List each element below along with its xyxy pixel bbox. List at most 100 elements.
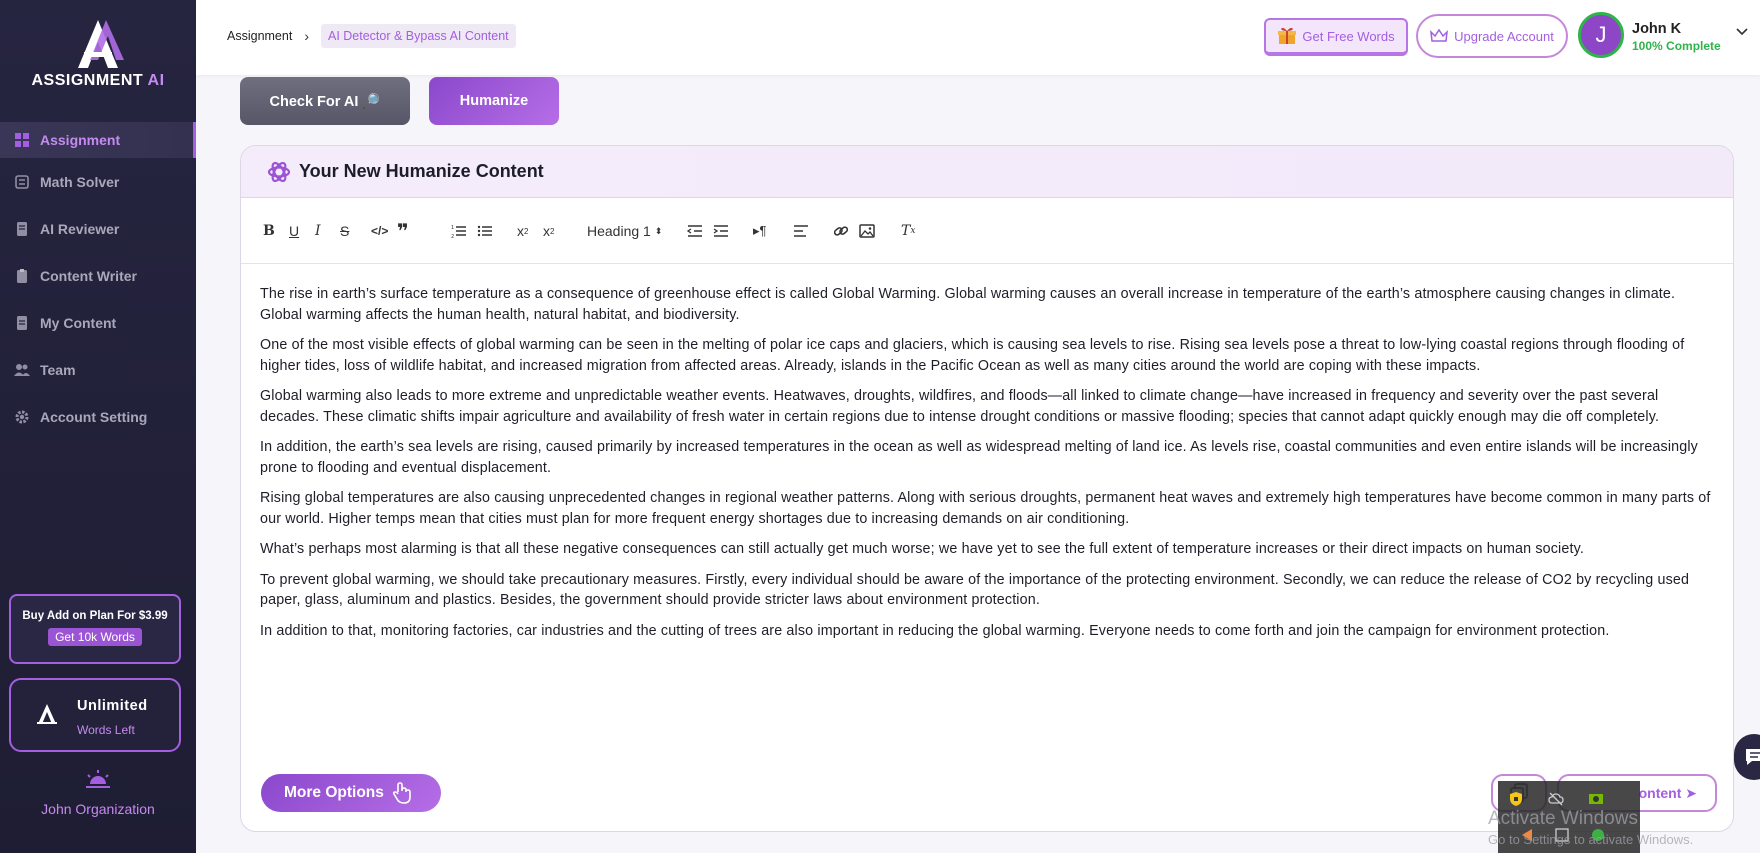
get-words-button[interactable]: Get 10k Words xyxy=(48,628,142,646)
ordered-list-icon[interactable]: 12 xyxy=(451,222,467,240)
activate-windows-title: Activate Windows xyxy=(1488,808,1638,829)
chat-icon xyxy=(1746,749,1760,765)
select-arrows-icon: ⬍ xyxy=(654,225,663,236)
quote-button[interactable]: ❞ xyxy=(397,221,409,243)
brand-suffix: AI xyxy=(147,72,165,89)
openai-icon xyxy=(267,161,291,182)
align-left-icon[interactable] xyxy=(793,222,809,240)
brand-name: ASSIGNMENT xyxy=(31,72,144,89)
paragraph: One of the most visible effects of globa… xyxy=(260,337,1685,374)
cloud-off-icon[interactable] xyxy=(1548,791,1564,807)
svg-text:1: 1 xyxy=(451,225,454,231)
editor-header: Your New Humanize Content xyxy=(241,146,1733,198)
clear-format-button[interactable]: Tx xyxy=(901,222,915,240)
indent-icon[interactable] xyxy=(713,222,729,240)
organization[interactable]: John Organization xyxy=(0,768,196,817)
sidebar-item-label: Account Setting xyxy=(40,408,148,425)
text-direction-button[interactable]: ▸¶ xyxy=(753,222,767,240)
activate-windows-subtitle: Go to Settings to activate Windows. xyxy=(1488,832,1694,847)
gear-icon xyxy=(14,409,30,425)
paragraph: Rising global temperatures are also caus… xyxy=(260,490,1711,527)
paragraph: In addition to that, monitoring factorie… xyxy=(260,622,1610,639)
document-icon xyxy=(14,315,30,331)
tab-humanize[interactable]: Humanize xyxy=(429,77,559,125)
heading-select[interactable]: Heading 1 ⬍ xyxy=(587,222,662,240)
breadcrumb: Assignment › AI Detector & Bypass AI Con… xyxy=(227,24,516,48)
avatar[interactable]: J xyxy=(1578,12,1624,58)
tab-check-for-ai[interactable]: Check For AI 🔎 xyxy=(240,77,410,125)
paragraph: Global warming also leads to more extrem… xyxy=(260,388,1660,425)
breadcrumb-current: AI Detector & Bypass AI Content xyxy=(320,24,516,48)
sidebar-item-team[interactable]: Team xyxy=(0,346,196,393)
gift-icon xyxy=(1278,27,1297,44)
outdent-icon[interactable] xyxy=(687,222,703,240)
upgrade-account-button[interactable]: Upgrade Account xyxy=(1416,14,1568,58)
sidebar-item-label: Content Writer xyxy=(40,267,137,284)
sidebar-nav: Assignment Math Solver AI Reviewer Conte… xyxy=(0,122,196,440)
shield-icon[interactable] xyxy=(1508,791,1524,807)
paragraph: What’s perhaps most alarming is that all… xyxy=(260,541,1584,557)
sidebar-item-content-writer[interactable]: Content Writer xyxy=(0,252,196,299)
organization-name: John Organization xyxy=(41,801,155,817)
editor-toolbar: B U I S </> ❞ 12 x2 x2 Heading 1 ⬍ ▸¶ Tx xyxy=(241,198,1733,264)
italic-button[interactable]: I xyxy=(315,222,321,240)
words-left-title: Unlimited xyxy=(77,698,148,714)
profile-status: 100% Complete xyxy=(1632,39,1721,53)
chevron-right-icon: › xyxy=(304,28,309,44)
paragraph: In addition, the earth’s sea levels are … xyxy=(260,439,1698,476)
logo[interactable]: ASSIGNMENT AI xyxy=(0,18,196,90)
words-left-subtitle: Words Left xyxy=(77,723,135,737)
image-icon[interactable] xyxy=(859,222,875,240)
sidebar-item-label: Team xyxy=(40,361,76,378)
chat-widget-button[interactable] xyxy=(1734,734,1760,780)
breadcrumb-assignment[interactable]: Assignment xyxy=(227,29,292,43)
more-options-label: More Options xyxy=(284,784,384,801)
superscript-button[interactable]: x2 xyxy=(543,222,554,240)
humanize-editor-card: Your New Humanize Content B U I S </> ❞ … xyxy=(240,145,1734,832)
subscript-button[interactable]: x2 xyxy=(517,222,528,240)
promo-text: Buy Add on Plan For $3.99 xyxy=(22,610,168,622)
clipboard-icon xyxy=(14,268,30,284)
top-header: Assignment › AI Detector & Bypass AI Con… xyxy=(196,0,1760,75)
sidebar-item-label: Assignment xyxy=(40,132,121,148)
more-options-button[interactable]: More Options xyxy=(261,774,441,812)
team-icon xyxy=(14,362,30,378)
sidebar-item-label: AI Reviewer xyxy=(40,220,120,237)
paragraph: To prevent global warming, we should tak… xyxy=(260,571,1690,609)
editor-title: Your New Humanize Content xyxy=(299,161,544,181)
code-button[interactable]: </> xyxy=(371,222,388,240)
sidebar-item-my-content[interactable]: My Content xyxy=(0,299,196,346)
sidebar-item-account-setting[interactable]: Account Setting xyxy=(0,393,196,440)
sidebar-item-label: My Content xyxy=(40,314,117,331)
reviewer-icon xyxy=(14,221,30,237)
svg-text:2: 2 xyxy=(451,234,454,240)
sidebar-item-ai-reviewer[interactable]: AI Reviewer xyxy=(0,205,196,252)
dashboard-icon xyxy=(14,132,30,148)
heading-select-value: Heading 1 xyxy=(587,223,651,239)
logo-icon xyxy=(78,20,124,68)
user-name: John K xyxy=(1632,21,1682,37)
crown-icon xyxy=(1430,28,1449,42)
underline-button[interactable]: U xyxy=(289,222,299,240)
get-free-words-label: Get Free Words xyxy=(1302,28,1395,44)
upgrade-account-label: Upgrade Account xyxy=(1454,28,1554,44)
strike-button[interactable]: S xyxy=(340,222,349,240)
chevron-down-icon[interactable] xyxy=(1736,28,1748,36)
hand-pointer-icon xyxy=(392,782,411,804)
brand-mark-icon xyxy=(37,704,57,724)
gpu-icon[interactable] xyxy=(1588,791,1604,807)
get-free-words-button[interactable]: Get Free Words xyxy=(1264,18,1408,56)
sidebar-item-math-solver[interactable]: Math Solver xyxy=(0,158,196,205)
bullet-list-icon[interactable] xyxy=(477,222,493,240)
bold-button[interactable]: B xyxy=(263,222,275,240)
math-icon xyxy=(14,174,30,190)
addon-promo[interactable]: Buy Add on Plan For $3.99 Get 10k Words xyxy=(9,594,181,664)
sidebar-item-assignment[interactable]: Assignment xyxy=(0,122,196,158)
sidebar: ASSIGNMENT AI Assignment Math Solver AI … xyxy=(0,0,196,853)
editor-content[interactable]: The rise in earth’s surface temperature … xyxy=(241,264,1733,641)
sidebar-item-label: Math Solver xyxy=(40,173,120,190)
sunrise-icon xyxy=(86,770,110,788)
paragraph: The rise in earth’s surface temperature … xyxy=(260,286,1676,323)
words-left-card: Unlimited Words Left xyxy=(9,678,181,752)
link-icon[interactable] xyxy=(833,222,849,240)
